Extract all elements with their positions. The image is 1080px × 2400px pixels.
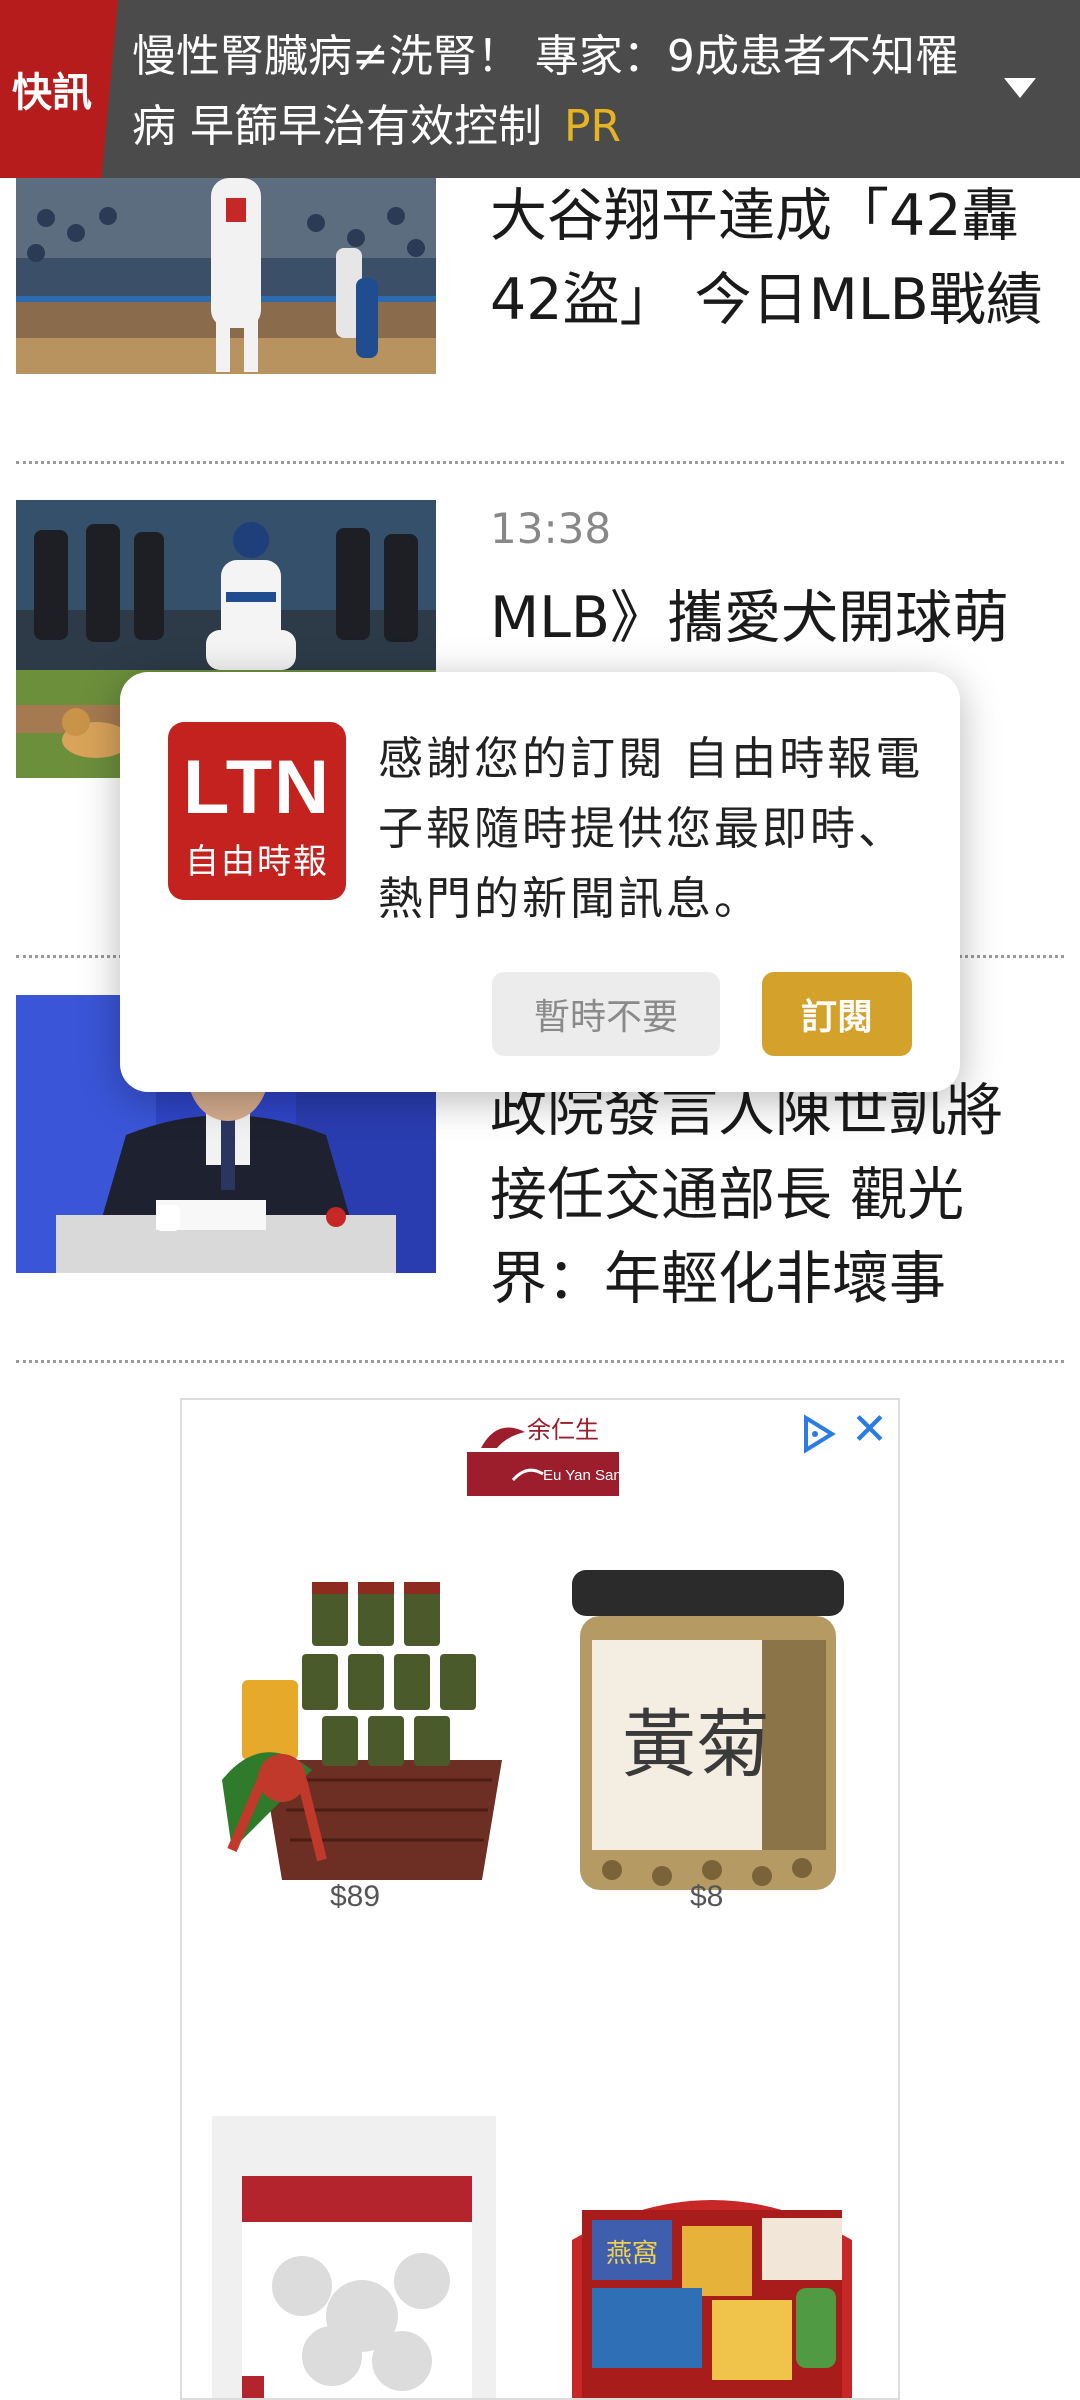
product-price: $8	[690, 1880, 724, 1913]
flash-headline[interactable]: 慢性腎臟病≠洗腎！ 專家：9成患者不知罹病 早篩早治有效控制 PR	[132, 22, 972, 162]
adchoices-icon[interactable]	[798, 1414, 838, 1454]
ad-product[interactable]: 黃菊 $8	[552, 1570, 872, 1950]
eu-yan-sang-logo[interactable]: 余仁生 Eu Yan Sang	[467, 1408, 630, 1496]
bird-nest-bag-image	[212, 2116, 496, 2398]
advertisement[interactable]: 余仁生 Eu Yan Sang ✕	[180, 1398, 900, 2400]
ad-product[interactable]	[212, 2116, 512, 2398]
logo-text: LTN	[182, 745, 332, 830]
product-price: $89	[330, 1880, 381, 1913]
news-title[interactable]: 大谷翔平達成「42轟42盜」 今日MLB戰績	[490, 174, 1050, 342]
news-time: 13:38	[490, 504, 612, 553]
subscribe-dialog: LTN 自由時報 感謝您的訂閱 自由時報電子報隨時提供您最即時、熱門的新聞訊息。…	[120, 672, 960, 1092]
ltn-logo: LTN 自由時報	[168, 722, 346, 900]
gift-box-image: 燕窩	[572, 2200, 852, 2398]
dialog-message: 感謝您的訂閱 自由時報電子報隨時提供您最即時、熱門的新聞訊息。	[378, 732, 924, 925]
pr-label: PR	[564, 101, 622, 152]
not-now-button[interactable]: 暫時不要	[492, 972, 720, 1056]
news-title[interactable]: 政院發言人陳世凱將接任交通部長 觀光界：年輕化非壞事	[490, 1069, 1050, 1321]
news-thumbnail[interactable]	[16, 178, 436, 374]
breaking-news-bar[interactable]: 快訊 慢性腎臟病≠洗腎！ 專家：9成患者不知罹病 早篩早治有效控制 PR	[0, 0, 1080, 178]
ad-product[interactable]: $89	[202, 1550, 522, 1950]
svg-text:Eu Yan Sang: Eu Yan Sang	[543, 1467, 619, 1484]
svg-text:余仁生: 余仁生	[527, 1416, 599, 1444]
flash-tag: 快訊	[0, 0, 118, 178]
news-item[interactable]: 大谷翔平達成「42轟42盜」 今日MLB戰績	[0, 178, 1080, 458]
chevron-down-icon[interactable]	[1004, 78, 1036, 98]
divider	[16, 1360, 1064, 1363]
ad-product[interactable]: 燕窩	[562, 2170, 862, 2398]
svg-text:黃菊: 黃菊	[622, 1702, 770, 1788]
logo-subtext: 自由時報	[185, 842, 329, 882]
flash-headline-text: 慢性腎臟病≠洗腎！ 專家：9成患者不知罹病 早篩早治有效控制	[132, 31, 959, 152]
svg-text:燕窩: 燕窩	[606, 2239, 658, 2269]
divider	[16, 461, 1064, 464]
close-icon[interactable]: ✕	[851, 1408, 888, 1452]
gift-basket-image	[222, 1582, 502, 1880]
chrysanthemum-jar-image: 黃菊	[572, 1570, 844, 1890]
subscribe-button[interactable]: 訂閱	[762, 972, 912, 1056]
